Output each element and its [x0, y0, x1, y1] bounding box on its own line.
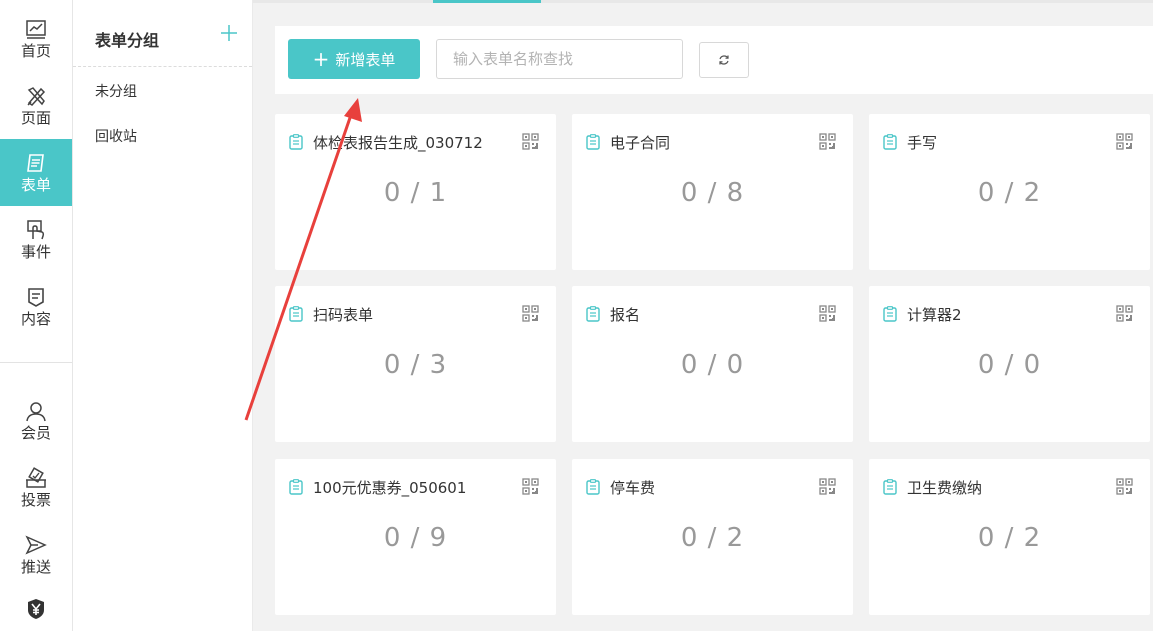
form-card[interactable]: 卫生费缴纳 0 / 2 [869, 459, 1150, 615]
vote-icon [26, 466, 46, 488]
plus-icon: + [312, 47, 330, 71]
content-icon [28, 287, 44, 307]
group-panel-title: 表单分组 [95, 31, 160, 50]
nav-item-finance[interactable] [0, 590, 72, 631]
form-card-title: 扫码表单 [313, 306, 374, 324]
top-tab-strip [253, 0, 1153, 3]
form-card-title: 100元优惠券_050601 [313, 479, 467, 497]
form-card-title: 电子合同 [610, 134, 671, 152]
active-tab-indicator [433, 0, 541, 3]
nav-item-vote[interactable]: 投票 [0, 454, 72, 521]
nav-item-pages[interactable]: 页面 [0, 72, 72, 139]
group-item-recycle-bin[interactable]: 回收站 [95, 126, 137, 146]
form-card-title: 手写 [907, 134, 938, 152]
form-card[interactable]: 电子合同 0 / 8 [572, 114, 853, 270]
nav-item-label: 推送 [20, 557, 51, 576]
new-form-button-label: 新增表单 [335, 50, 396, 69]
design-tools-icon [27, 86, 46, 106]
form-card-title: 体检表报告生成_030712 [313, 134, 483, 152]
nav-item-label: 页面 [20, 108, 51, 127]
refresh-icon [719, 55, 729, 65]
form-submission-count: 0 / 2 [977, 178, 1042, 208]
form-card[interactable]: 手写 0 / 2 [869, 114, 1150, 270]
clipboard-icon [586, 479, 600, 495]
form-card[interactable]: 100元优惠券_050601 0 / 9 [275, 459, 556, 615]
clipboard-icon [883, 479, 897, 495]
form-card-title: 计算器2 [907, 306, 962, 324]
group-item-ungrouped[interactable]: 未分组 [95, 81, 137, 101]
qr-code-icon[interactable] [1116, 478, 1133, 495]
add-group-icon[interactable] [220, 24, 238, 42]
nav-item-label: 事件 [20, 242, 51, 261]
form-submission-count: 0 / 8 [680, 178, 745, 208]
nav-item-label: 会员 [20, 423, 51, 442]
nav-item-home[interactable]: 首页 [0, 5, 72, 72]
form-submission-count: 0 / 0 [977, 350, 1042, 380]
qr-code-icon[interactable] [819, 305, 836, 322]
form-card-title: 报名 [610, 306, 641, 324]
form-card[interactable]: 报名 0 / 0 [572, 286, 853, 442]
form-submission-count: 0 / 0 [680, 350, 745, 380]
clipboard-icon [586, 134, 600, 150]
form-toolbar: + 新增表单 [275, 26, 1153, 94]
clipboard-icon [289, 306, 303, 322]
nav-item-content[interactable]: 内容 [0, 273, 72, 340]
nav-item-push[interactable]: 推送 [0, 521, 72, 588]
main-nav-rail: 首页 页面 表单 事件 内容 会员 投票 推送 [0, 0, 73, 631]
form-submission-count: 0 / 3 [383, 350, 448, 380]
user-icon [26, 401, 46, 421]
yen-shield-icon [28, 599, 44, 619]
nav-item-label: 投票 [20, 490, 51, 509]
nav-item-label: 内容 [20, 309, 51, 328]
group-panel-header: 表单分组 [73, 0, 252, 67]
qr-code-icon[interactable] [819, 478, 836, 495]
form-submission-count: 0 / 2 [977, 523, 1042, 553]
qr-code-icon[interactable] [1116, 305, 1133, 322]
clipboard-icon [289, 479, 303, 495]
clipboard-icon [883, 306, 897, 322]
nav-item-label: 首页 [20, 41, 51, 60]
nav-item-label: 表单 [20, 175, 51, 194]
form-card[interactable]: 体检表报告生成_030712 0 / 1 [275, 114, 556, 270]
qr-code-icon[interactable] [522, 133, 539, 150]
nav-item-forms[interactable]: 表单 [0, 139, 72, 206]
nav-item-events[interactable]: 事件 [0, 206, 72, 273]
form-card[interactable]: 计算器2 0 / 0 [869, 286, 1150, 442]
form-search-input[interactable] [436, 39, 683, 79]
clipboard-icon [289, 134, 303, 150]
nav-item-members[interactable]: 会员 [0, 387, 72, 454]
form-card-title: 卫生费缴纳 [907, 479, 983, 497]
form-icon [27, 153, 44, 172]
touch-hand-icon [27, 219, 45, 239]
form-card[interactable]: 停车费 0 / 2 [572, 459, 853, 615]
new-form-button[interactable]: + 新增表单 [288, 39, 420, 79]
qr-code-icon[interactable] [1116, 133, 1133, 150]
qr-code-icon[interactable] [522, 478, 539, 495]
form-submission-count: 0 / 1 [383, 178, 448, 208]
clipboard-icon [883, 134, 897, 150]
chart-icon [26, 19, 46, 39]
qr-code-icon[interactable] [819, 133, 836, 150]
form-card-title: 停车费 [610, 479, 656, 497]
refresh-button[interactable] [699, 42, 749, 78]
form-card[interactable]: 扫码表单 0 / 3 [275, 286, 556, 442]
clipboard-icon [586, 306, 600, 322]
form-submission-count: 0 / 2 [680, 523, 745, 553]
form-group-panel: 表单分组 未分组 回收站 [73, 0, 253, 631]
form-submission-count: 0 / 9 [383, 523, 448, 553]
nav-divider [0, 362, 72, 363]
qr-code-icon[interactable] [522, 305, 539, 322]
send-icon [25, 534, 47, 555]
